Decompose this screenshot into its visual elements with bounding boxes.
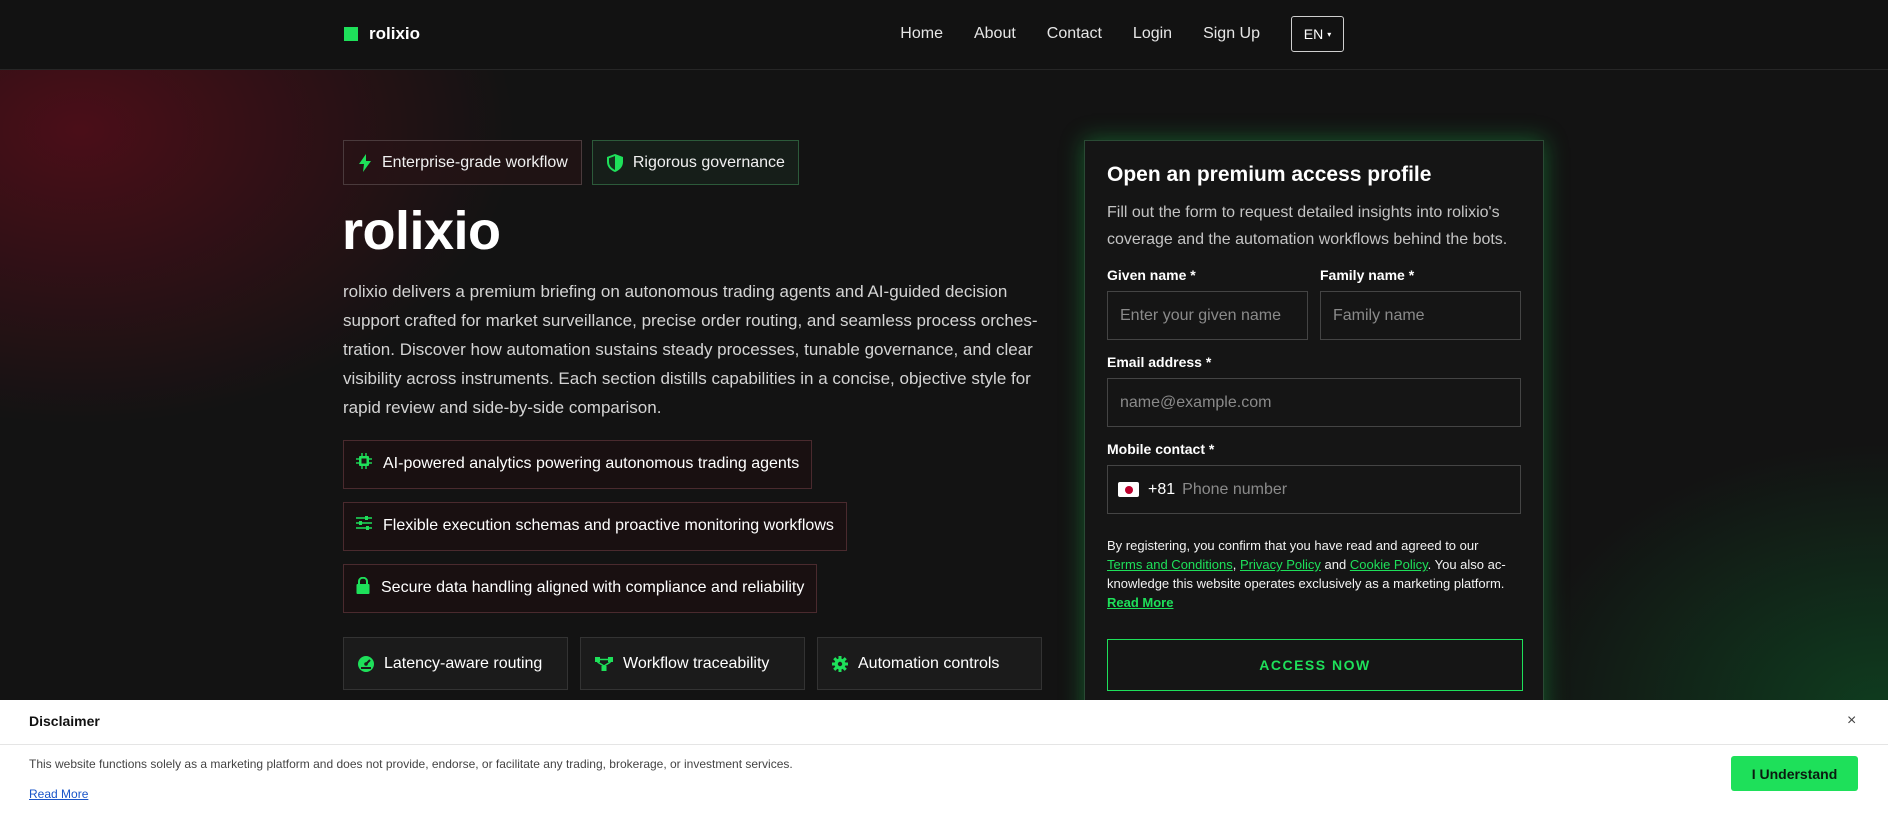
brand-logo[interactable]: rolixio xyxy=(344,24,420,44)
disclaimer-read-more-link[interactable]: Read More xyxy=(29,787,88,801)
shield-icon xyxy=(606,153,623,172)
lock-icon xyxy=(356,577,370,594)
feature-item: AI-powered analytics powering autonomous… xyxy=(343,440,813,489)
tag-label: Rigorous governance xyxy=(632,153,785,171)
disclaimer-title: Disclaimer xyxy=(29,713,100,729)
nav-home[interactable]: Home xyxy=(900,16,943,52)
feature-item: Flexible execution schemas and proactive… xyxy=(343,502,847,551)
email-label: Email address * xyxy=(1107,354,1212,370)
chip-automation: Automation controls xyxy=(817,637,1042,690)
brand-name: rolixio xyxy=(369,24,421,43)
mobile-label: Mobile contact * xyxy=(1107,441,1215,457)
feature-label: Flexible execution schemas and proactive… xyxy=(383,517,834,534)
phone-input[interactable] xyxy=(1182,480,1483,499)
chevron-down-icon: ▾ xyxy=(1327,29,1332,39)
close-icon[interactable]: × xyxy=(1847,712,1856,730)
legal-notice: By registering, you confirm that you hav… xyxy=(1107,538,1506,610)
i-understand-button[interactable]: I Understand xyxy=(1731,756,1858,791)
dial-code: +81 xyxy=(1148,480,1176,498)
tag-enterprise: Enterprise-grade workflow xyxy=(343,140,582,185)
hero-tags: Enterprise-grade workflow Rigorous gover… xyxy=(343,140,809,185)
japan-flag-icon[interactable] xyxy=(1118,482,1139,497)
legal-and: and xyxy=(1324,557,1347,572)
chip-icon xyxy=(356,453,372,469)
signup-form-card: Open an premium access profile Fill out … xyxy=(1084,140,1544,740)
terms-link[interactable]: Terms and Conditions xyxy=(1107,557,1233,572)
family-name-input[interactable] xyxy=(1320,291,1521,340)
privacy-link[interactable]: Privacy Policy xyxy=(1240,557,1321,572)
tag-governance: Rigorous governance xyxy=(591,140,799,185)
chip-traceability: Workflow traceability xyxy=(580,637,805,690)
feature-item: Secure data handling aligned with compli… xyxy=(343,564,818,613)
tag-label: Enterprise-grade workflow xyxy=(382,153,568,171)
access-now-button[interactable]: ACCESS NOW xyxy=(1107,639,1523,691)
feature-list: AI-powered analytics powering autonomous… xyxy=(343,440,847,626)
nav-contact[interactable]: Contact xyxy=(1047,16,1102,52)
language-label: EN xyxy=(1303,26,1324,42)
language-selector[interactable]: EN ▾ xyxy=(1291,16,1344,52)
form-title: Open an premium access profile xyxy=(1107,163,1432,186)
lightning-icon xyxy=(359,153,371,172)
cookie-link[interactable]: Cookie Policy xyxy=(1350,557,1428,572)
gauge-icon xyxy=(358,655,374,672)
chip-label: Latency-aware routing xyxy=(384,654,543,672)
form-subtitle: Fill out the form to request detailed in… xyxy=(1107,204,1508,248)
legal-prefix: By registering, you confirm that you hav… xyxy=(1107,538,1479,553)
network-icon xyxy=(595,656,613,671)
nav-about[interactable]: About xyxy=(974,16,1016,52)
family-name-label: Family name * xyxy=(1320,267,1415,283)
hero-description: rolixio delivers a premium briefing on a… xyxy=(343,282,1038,417)
chip-label: Workflow traceability xyxy=(623,654,770,672)
disclaimer-banner: Disclaimer × This website functions sole… xyxy=(0,700,1888,818)
given-name-label: Given name * xyxy=(1107,267,1196,283)
top-navbar: rolixio Home About Contact Login Sign Up… xyxy=(0,0,1888,70)
feature-label: Secure data handling aligned with compli… xyxy=(381,579,805,596)
hero-title: rolixio xyxy=(342,201,501,261)
gear-icon xyxy=(832,655,848,672)
chip-label: Automation controls xyxy=(858,654,1000,672)
capability-chips: Latency-aware routing Workflow traceabil… xyxy=(343,637,1054,690)
read-more-link[interactable]: Read More xyxy=(1107,595,1173,610)
email-input[interactable] xyxy=(1107,378,1521,427)
disclaimer-text: This website functions solely as a marke… xyxy=(29,757,793,771)
feature-label: AI-powered analytics powering autonomous… xyxy=(383,455,800,472)
nav-login[interactable]: Login xyxy=(1133,16,1172,52)
brand-square-icon xyxy=(344,27,358,41)
nav-signup[interactable]: Sign Up xyxy=(1203,16,1260,52)
sliders-icon xyxy=(356,516,372,530)
phone-field[interactable]: +81 xyxy=(1107,465,1521,514)
nav-links: Home About Contact Login Sign Up EN ▾ xyxy=(900,16,1344,52)
chip-latency: Latency-aware routing xyxy=(343,637,568,690)
given-name-input[interactable] xyxy=(1107,291,1308,340)
